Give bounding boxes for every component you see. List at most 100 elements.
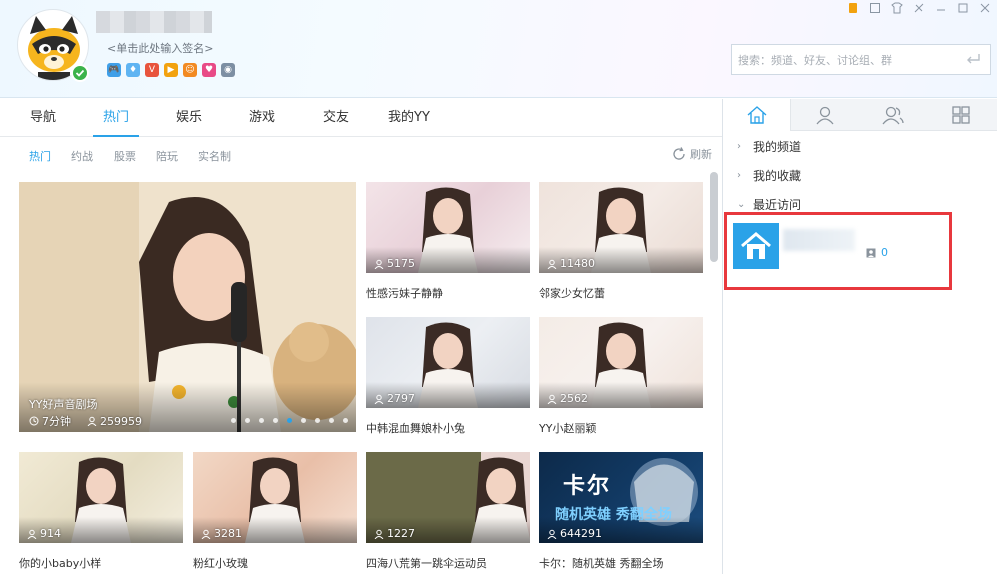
viewer-icon <box>374 394 384 404</box>
user-count-icon <box>866 248 876 257</box>
tab-sub-1[interactable]: 约战 <box>71 148 93 164</box>
channel-title[interactable]: 性感污妹子静静 <box>366 285 443 301</box>
viewer-count-value: 5175 <box>387 257 415 270</box>
viewer-count-value: 914 <box>40 527 61 540</box>
featured-banner[interactable]: YY好声音剧场 7分钟 259959 <box>19 182 356 432</box>
channel-thumbnail[interactable]: 1227 <box>366 452 530 543</box>
channel-title[interactable]: 中韩混血舞娘朴小兔 <box>366 420 465 436</box>
tab-sub-2[interactable]: 股票 <box>114 148 136 164</box>
tab-sub-0[interactable]: 热门 <box>29 148 51 164</box>
carousel-dot[interactable] <box>343 418 348 423</box>
viewer-icon <box>547 394 557 404</box>
carousel-dot[interactable] <box>329 418 334 423</box>
tab-main-3[interactable]: 游戏 <box>249 99 275 136</box>
tab-sub-4[interactable]: 实名制 <box>198 148 231 164</box>
viewer-count-value: 2562 <box>560 392 588 405</box>
right-panel: › 我的频道 › 我的收藏 ⌄ 最近访问 0 <box>722 99 997 574</box>
carousel-dots <box>231 418 348 423</box>
heart-icon[interactable]: ♥ <box>202 63 216 77</box>
msg-center-icon[interactable] <box>867 0 883 16</box>
tab-apps[interactable] <box>927 99 995 131</box>
carousel-dot[interactable] <box>287 418 292 423</box>
channel-title[interactable]: 卡尔：随机英雄 秀翻全场 <box>539 555 664 571</box>
diamond-icon[interactable]: ♦ <box>126 63 140 77</box>
video-icon[interactable]: ▶ <box>164 63 178 77</box>
viewer-count-value: 644291 <box>560 527 602 540</box>
channel-thumbnail[interactable]: 卡尔 随机英雄 秀翻全场 644291 <box>539 452 703 543</box>
viewer-count: 1227 <box>374 527 415 540</box>
right-tabs <box>723 99 997 131</box>
online-count-value: 0 <box>881 246 888 259</box>
channel-title[interactable]: 粉红小玫瑰 <box>193 555 248 571</box>
channel-title[interactable]: 四海八荒第一跳伞运动员 <box>366 555 487 571</box>
carousel-dot[interactable] <box>273 418 278 423</box>
channel-title[interactable]: 你的小baby小样 <box>19 555 101 571</box>
featured-viewers: 259959 <box>100 414 142 428</box>
tab-main-1[interactable]: 热门 <box>92 99 140 137</box>
search-box[interactable] <box>731 44 991 75</box>
tab-sub-3[interactable]: 陪玩 <box>156 148 178 164</box>
viewer-count: 2797 <box>374 392 415 405</box>
channel-thumbnail[interactable]: 11480 <box>539 182 703 273</box>
signature-input[interactable]: <单击此处输入签名> <box>107 40 213 56</box>
channel-thumbnail[interactable]: 914 <box>19 452 183 543</box>
vip-icon[interactable]: V <box>145 63 159 77</box>
viewer-icon <box>547 259 557 269</box>
group-icon <box>882 106 904 125</box>
recent-channel-item[interactable]: 0 <box>723 215 950 285</box>
skin-icon[interactable] <box>845 0 861 16</box>
viewer-icon <box>27 529 37 539</box>
tab-main-4[interactable]: 交友 <box>323 99 349 136</box>
channel-title[interactable]: 邻家少女忆蕾 <box>539 285 605 301</box>
featured-meta: 7分钟 259959 <box>29 413 142 429</box>
channel-thumbnail[interactable]: 3281 <box>193 452 357 543</box>
tab-groups[interactable] <box>859 99 927 131</box>
tree-label: 我的收藏 <box>753 169 802 183</box>
carousel-dot[interactable] <box>231 418 236 423</box>
close-icon[interactable] <box>977 0 993 16</box>
carousel-dot[interactable] <box>301 418 306 423</box>
tab-main-2[interactable]: 娱乐 <box>176 99 202 136</box>
sub-tabs: 刷新 热门 约战 股票 陪玩 实名制 <box>0 138 722 172</box>
featured-duration: 7分钟 <box>42 415 71 428</box>
tree-recent-visits[interactable]: ⌄ 最近访问 <box>737 196 801 213</box>
tree-my-favorites[interactable]: › 我的收藏 <box>737 167 801 184</box>
minimize-icon[interactable] <box>933 0 949 16</box>
channel-home-icon <box>733 223 779 269</box>
carousel-dot[interactable] <box>245 418 250 423</box>
enter-icon[interactable] <box>965 52 981 69</box>
tab-friends[interactable] <box>791 99 859 131</box>
tab-main-5[interactable]: 我的YY <box>388 99 430 136</box>
apps-icon <box>952 106 970 124</box>
channel-thumbnail[interactable]: 5175 <box>366 182 530 273</box>
tools-icon[interactable] <box>911 0 927 16</box>
tree-label: 最近访问 <box>753 198 802 212</box>
eye-icon[interactable]: ◉ <box>221 63 235 77</box>
viewer-count-value: 3281 <box>214 527 242 540</box>
viewer-icon <box>201 529 211 539</box>
tree-my-channels[interactable]: › 我的频道 <box>737 138 801 155</box>
viewer-count: 11480 <box>547 257 595 270</box>
refresh-button[interactable]: 刷新 <box>672 146 712 162</box>
game-icon[interactable]: 🎮 <box>107 63 121 77</box>
tree-label: 我的频道 <box>753 140 802 154</box>
shirt-icon[interactable] <box>889 0 905 16</box>
maximize-icon[interactable] <box>955 0 971 16</box>
face-icon[interactable]: ☺ <box>183 63 197 77</box>
carousel-dot[interactable] <box>259 418 264 423</box>
tab-home[interactable] <box>723 99 791 131</box>
viewer-count: 2562 <box>547 392 588 405</box>
main-tabs: 导航 热门 娱乐 游戏 交友 我的YY <box>0 99 722 137</box>
content-scrollbar[interactable] <box>710 172 718 262</box>
featured-title: YY好声音剧场 <box>29 398 98 411</box>
tab-main-0[interactable]: 导航 <box>30 99 56 136</box>
carousel-dot[interactable] <box>315 418 320 423</box>
chevron-down-icon: ⌄ <box>737 199 746 210</box>
search-input[interactable] <box>738 51 958 69</box>
channel-thumbnail[interactable]: 2562 <box>539 317 703 408</box>
nickname-redacted <box>96 11 212 33</box>
home-icon <box>747 106 766 124</box>
channel-thumbnail[interactable]: 2797 <box>366 317 530 408</box>
channel-title[interactable]: YY小赵丽颖 <box>539 420 596 436</box>
viewer-count-value: 11480 <box>560 257 595 270</box>
